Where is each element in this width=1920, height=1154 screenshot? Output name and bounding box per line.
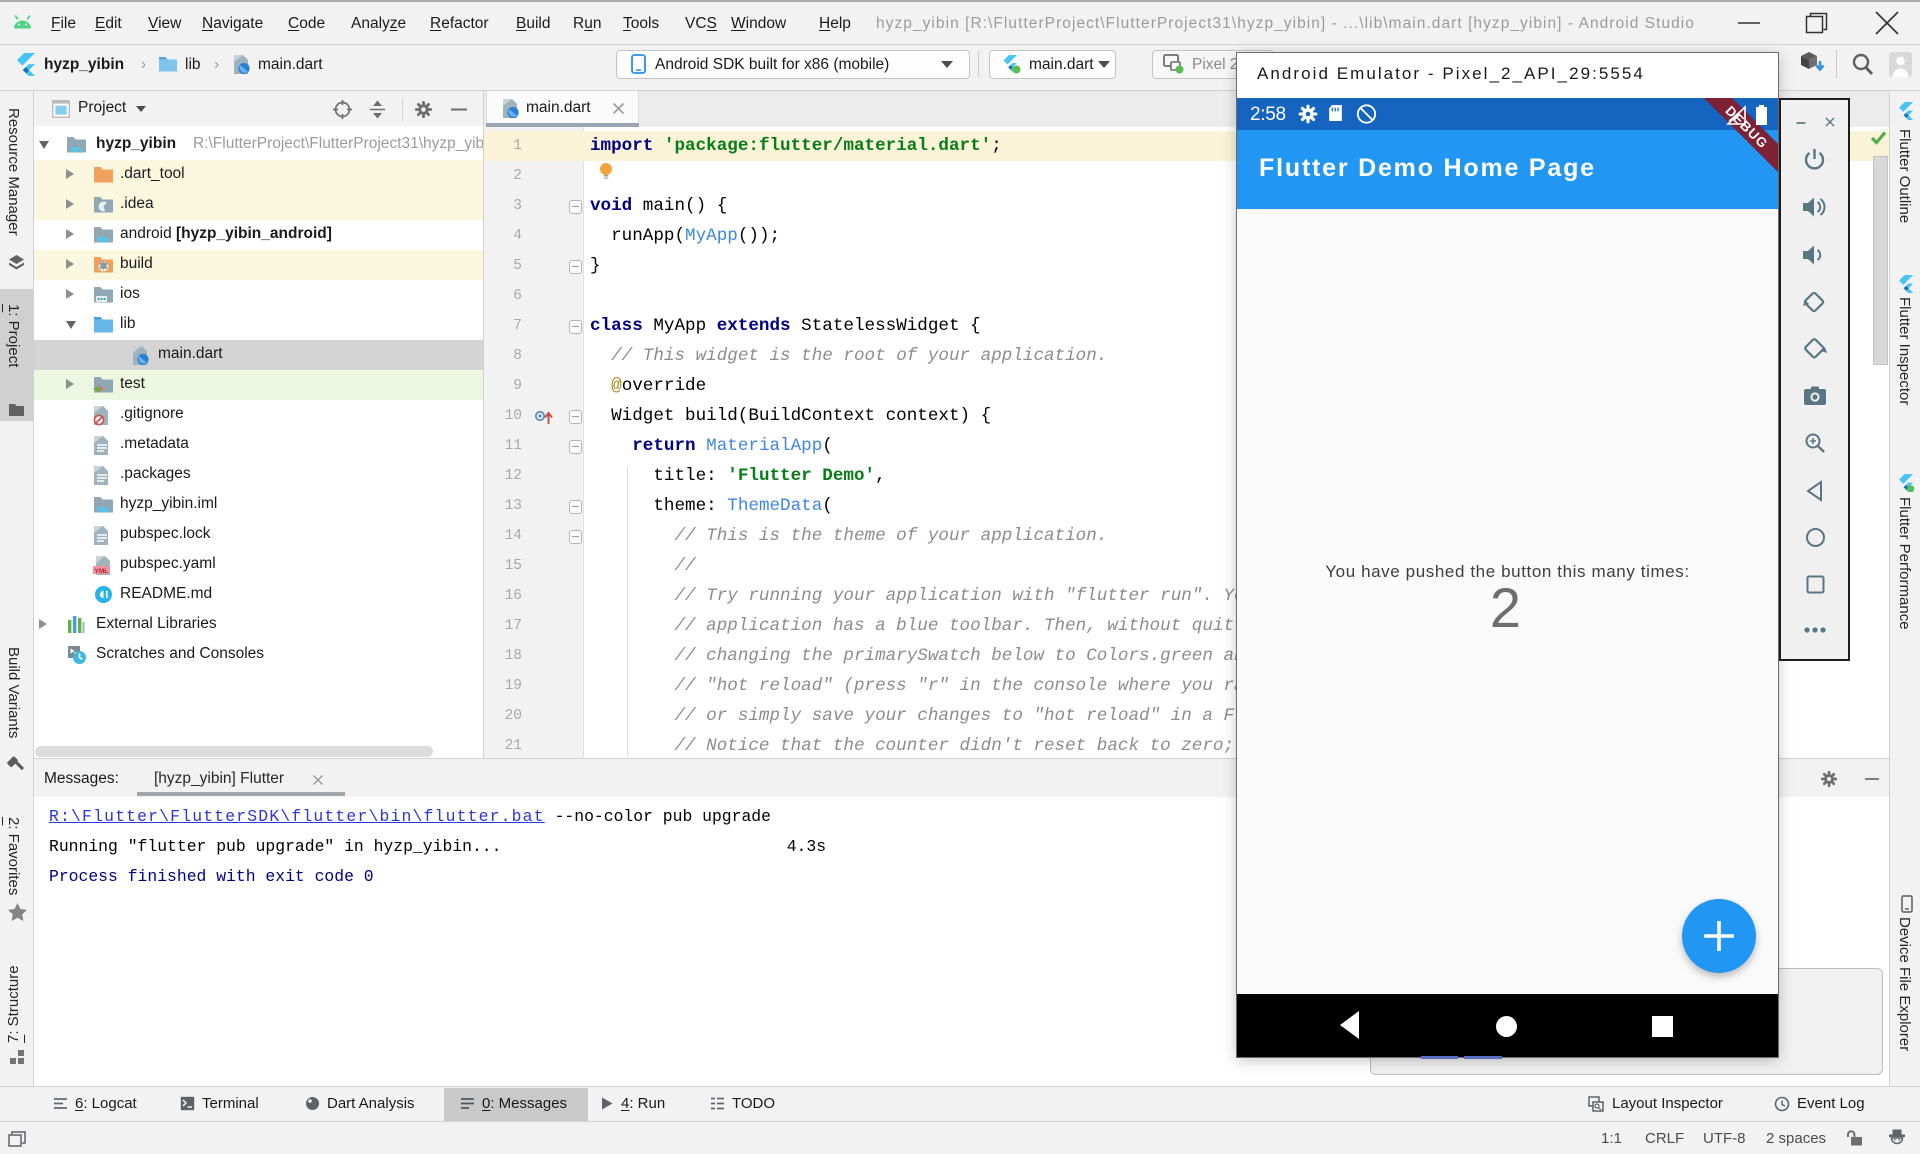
svg-text:YML: YML bbox=[95, 568, 109, 575]
